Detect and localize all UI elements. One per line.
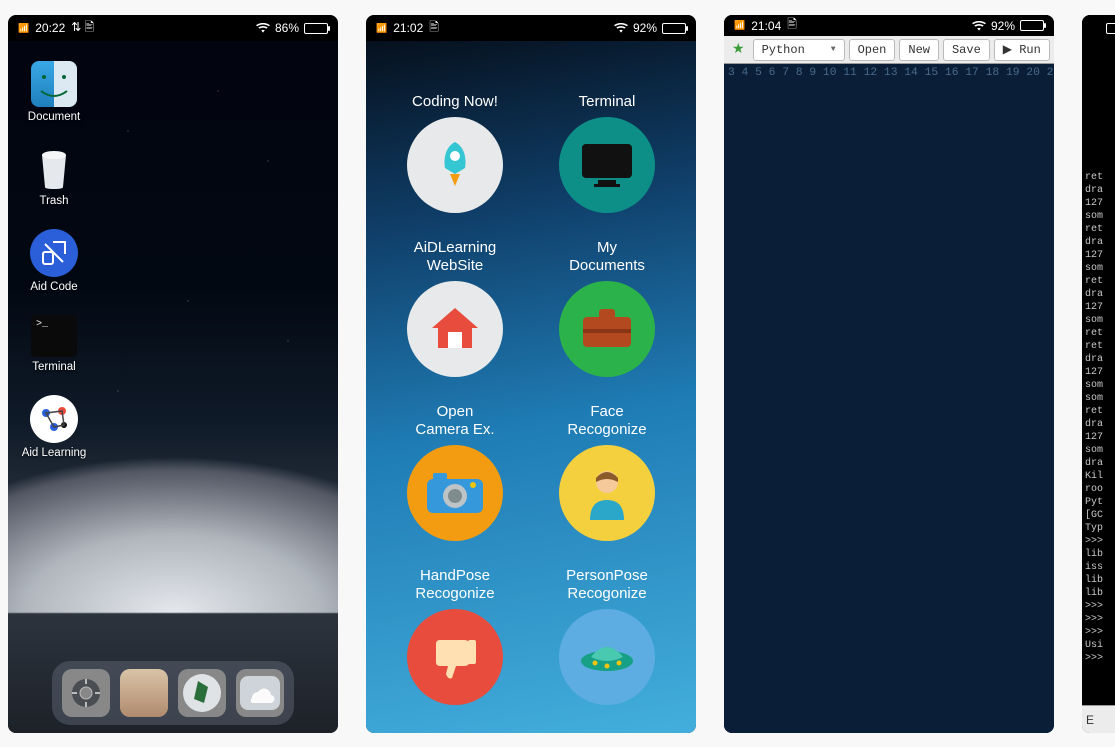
- editor-toolbar: ★ Python Open New Save ▶ Run: [724, 36, 1054, 64]
- battery-percent: 92%: [633, 21, 657, 35]
- signal-icon: 📶: [734, 21, 745, 30]
- status-icons: 🖹: [429, 18, 439, 39]
- status-icons: 🖹: [787, 15, 797, 36]
- thumb-down-icon: [407, 609, 503, 705]
- rocket-icon: [407, 117, 503, 213]
- app-camera[interactable]: OpenCamera Ex.: [384, 399, 526, 541]
- battery-icon: [662, 23, 686, 34]
- desktop-icon-aidlearning[interactable]: Aid Learning: [20, 395, 88, 459]
- app-person[interactable]: FaceRecogonize: [536, 399, 678, 541]
- app-home[interactable]: AiDLearningWebSite: [384, 235, 526, 377]
- code-editor: ★ Python Open New Save ▶ Run 3 4 5 6 7 8…: [724, 36, 1054, 733]
- status-bar: 📶 21:04 🖹 92%: [724, 15, 1054, 36]
- dock-item-cloud[interactable]: [236, 669, 284, 717]
- terminal-output[interactable]: ret dra 127 som ret dra 127 som ret dra …: [1082, 41, 1115, 705]
- app-briefcase[interactable]: MyDocuments: [536, 235, 678, 377]
- wifi-icon: [972, 21, 986, 31]
- app-label: Recogonize: [415, 585, 494, 603]
- dock: [52, 661, 294, 725]
- open-button[interactable]: Open: [849, 39, 896, 61]
- app-label: PersonPose: [566, 567, 648, 585]
- phone-2-app-grid: 📶 21:02 🖹 92% Coding Now! Terminal AiDLear…: [366, 15, 696, 733]
- signal-icon: 📶: [376, 24, 387, 33]
- briefcase-icon: [559, 281, 655, 377]
- line-gutter: 3 4 5 6 7 8 9 10 11 12 13 14 15 16 17 18…: [724, 64, 1054, 733]
- run-button[interactable]: ▶ Run: [994, 39, 1050, 61]
- terminal-bottom-bar: E: [1082, 705, 1115, 733]
- save-button[interactable]: Save: [943, 39, 990, 61]
- app-rocket[interactable]: Coding Now!: [384, 71, 526, 213]
- app-label: AiDLearning: [414, 239, 497, 257]
- battery-icon: [1020, 20, 1044, 31]
- phone-1-desktop: 📶 20:22 ⇅ 🖹 86% Document Trash Aid Code Ter…: [8, 15, 338, 733]
- status-time: 20:22: [35, 21, 65, 35]
- battery-percent: 86%: [275, 21, 299, 35]
- status-bar: 📶 21:02 🖹 92%: [366, 15, 696, 41]
- star-icon[interactable]: ★: [728, 41, 749, 58]
- app-label: Documents: [569, 257, 645, 275]
- app-label: Terminal: [579, 93, 636, 111]
- signal-icon: 📶: [18, 24, 29, 33]
- desktop-icon-label: Aid Code: [30, 281, 77, 293]
- app-label: WebSite: [414, 257, 497, 275]
- bottom-label: E: [1086, 713, 1094, 727]
- app-label: Coding Now!: [412, 93, 498, 111]
- app-thumb-down[interactable]: HandPoseRecogonize: [384, 563, 526, 705]
- app-label: HandPose: [415, 567, 494, 585]
- app-label: Camera Ex.: [415, 421, 494, 439]
- desktop-icon-terminal[interactable]: Terminal: [20, 315, 88, 373]
- language-select[interactable]: Python: [753, 39, 845, 61]
- wifi-icon: [614, 23, 628, 33]
- monitor-icon: [559, 117, 655, 213]
- battery-percent: 92%: [991, 19, 1015, 33]
- desktop-icon-document[interactable]: Document: [20, 61, 88, 123]
- app-ufo[interactable]: PersonPoseRecogonize: [536, 563, 678, 705]
- wifi-icon: [256, 23, 270, 33]
- status-bar: [1082, 15, 1115, 41]
- status-icons: ⇅ 🖹: [71, 18, 94, 39]
- desktop-icon-label: Trash: [40, 195, 69, 207]
- desktop-icon-label: Document: [28, 111, 80, 123]
- camera-icon: [407, 445, 503, 541]
- dock-item-settings[interactable]: [62, 669, 110, 717]
- desktop-icon-aidcode[interactable]: Aid Code: [20, 229, 88, 293]
- phone-4-terminal: ret dra 127 som ret dra 127 som ret dra …: [1082, 15, 1115, 733]
- home-icon: [407, 281, 503, 377]
- dock-item-hero-game[interactable]: [178, 669, 226, 717]
- desktop-icon-label: Terminal: [32, 361, 75, 373]
- app-monitor[interactable]: Terminal: [536, 71, 678, 213]
- battery-icon: [304, 23, 328, 34]
- battery-icon: [1106, 23, 1115, 34]
- desktop-icon-trash[interactable]: Trash: [20, 145, 88, 207]
- code-area[interactable]: 3 4 5 6 7 8 9 10 11 12 13 14 15 16 17 18…: [724, 64, 1054, 733]
- app-label: My: [569, 239, 645, 257]
- new-button[interactable]: New: [899, 39, 939, 61]
- dock-item-face-photo[interactable]: [120, 669, 168, 717]
- desktop-icon-label: Aid Learning: [22, 447, 87, 459]
- status-bar: 📶 20:22 ⇅ 🖹 86%: [8, 15, 338, 41]
- phone-3-code-editor: 📶 21:04 🖹 92% ★ Python Open New Save ▶ R…: [724, 15, 1054, 733]
- app-label: Recogonize: [566, 585, 648, 603]
- app-label: Open: [415, 403, 494, 421]
- app-label: Recogonize: [567, 421, 646, 439]
- status-time: 21:04: [751, 19, 781, 33]
- app-grid: Coding Now!TerminalAiDLearningWebSiteMyD…: [366, 41, 696, 733]
- person-icon: [559, 445, 655, 541]
- status-time: 21:02: [393, 21, 423, 35]
- desktop-wallpaper: Document Trash Aid Code Terminal Aid Learnin…: [8, 41, 338, 733]
- ufo-icon: [559, 609, 655, 705]
- app-label: Face: [567, 403, 646, 421]
